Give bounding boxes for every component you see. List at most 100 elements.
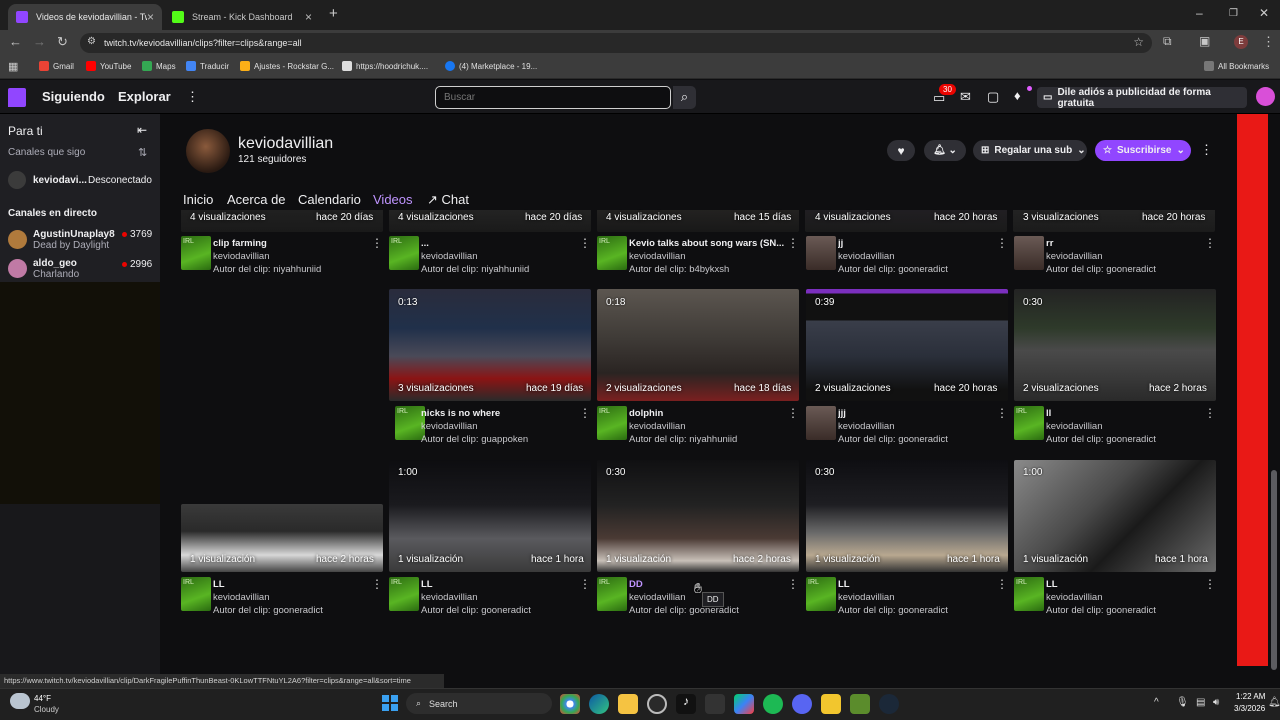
steam-icon[interactable] [879,694,899,714]
category-boxart[interactable]: IRL [389,577,419,611]
tab-schedule[interactable]: Calendario [298,192,361,207]
clip-menu-icon[interactable]: ⋮ [787,577,799,591]
tray-chevron-icon[interactable]: ^ [1154,697,1159,708]
chrome-taskbar-icon[interactable] [560,694,580,714]
reload-icon[interactable]: ↻ [57,34,68,50]
clip-channel[interactable]: keviodavillian [838,421,895,432]
close-tab-icon[interactable]: × [305,10,312,24]
clip-menu-icon[interactable]: ⋮ [579,406,591,420]
sort-icon[interactable]: ⇅ [138,146,147,159]
bookmark-traducir[interactable]: Traducir [186,61,229,71]
clip-title[interactable]: LL [213,579,371,590]
epic-games-icon[interactable] [705,694,725,714]
close-tab-icon[interactable]: × [147,10,154,24]
collapse-sidebar-icon[interactable]: ⇤ [137,123,147,137]
clip-channel[interactable]: keviodavillian [838,251,895,262]
category-boxart[interactable]: IRL [181,236,211,270]
category-boxart[interactable]: IRL [1014,577,1044,611]
nav-browse[interactable]: Explorar [118,89,171,104]
bookmark-maps[interactable]: Maps [142,61,176,71]
tab-search-icon[interactable]: ▣ [1199,34,1210,48]
clip-title[interactable]: nicks is no where [421,408,579,419]
edge-taskbar-icon[interactable] [589,694,609,714]
apps-grid-icon[interactable]: ▦ [8,60,18,73]
clip-menu-icon[interactable]: ⋮ [371,236,383,250]
profile-avatar[interactable]: E [1234,35,1248,49]
bookmark-marketplace[interactable]: (4) Marketplace - 19... [445,61,537,71]
browser-tab-twitch[interactable]: Videos de keviodavillian - Twitch × [8,4,162,30]
avatar[interactable] [8,230,27,249]
whispers-icon[interactable]: ▢ [987,89,999,105]
clip-channel[interactable]: keviodavillian [1046,421,1103,432]
clip-channel[interactable]: keviodavillian [629,251,686,262]
clip-card[interactable]: IRL LL keviodavillian Autor del clip: go… [806,577,1008,617]
bookmark-gmail[interactable]: Gmail [39,61,74,71]
clip-title[interactable]: jjj [838,408,996,419]
play-store-icon[interactable] [734,694,754,714]
clip-channel[interactable]: keviodavillian [421,251,478,262]
clip-menu-icon[interactable]: ⋮ [1204,406,1216,420]
clip-card[interactable]: jj keviodavillian Autor del clip: gooner… [806,236,1008,276]
file-explorer-icon[interactable] [618,694,638,714]
category-boxart[interactable] [1014,236,1044,270]
taskbar-search[interactable]: ⌕ Search [406,693,552,714]
close-window-icon[interactable]: ✕ [1259,6,1269,20]
bookmark-youtube[interactable]: YouTube [86,61,131,71]
clock-time[interactable]: 1:22 AM [1236,692,1265,701]
live-channel-name[interactable]: AgustinUnaplay8 [33,229,115,240]
category-boxart[interactable]: IRL [597,406,627,440]
category-boxart[interactable]: IRL [181,577,211,611]
discord-icon[interactable] [792,694,812,714]
clip-title[interactable]: LL [838,579,996,590]
clip-menu-icon[interactable]: ⋮ [996,577,1008,591]
subscribe-button[interactable]: ☆ Suscribirse ⌄ [1095,140,1191,161]
followed-channel-name[interactable]: keviodavi... [33,175,87,186]
extensions-icon[interactable]: ⧉ [1163,34,1172,49]
clip-card[interactable]: IRL LL keviodavillian Autor del clip: go… [181,577,383,617]
avatar[interactable] [8,171,26,189]
clip-channel[interactable]: keviodavillian [421,592,478,603]
category-boxart[interactable]: IRL [597,577,627,611]
channel-avatar[interactable] [186,129,230,173]
clip-menu-icon[interactable]: ⋮ [1204,577,1216,591]
site-info-icon[interactable]: ⚙ [87,36,96,47]
live-channel-name[interactable]: aldo_geo [33,258,77,269]
tab-home[interactable]: Inicio [183,192,213,207]
notifications-button[interactable]: 🔔︎ ⌄ [924,140,966,161]
clip-channel[interactable]: keviodavillian [629,592,686,603]
clip-channel[interactable]: keviodavillian [1046,251,1103,262]
mail-icon[interactable]: ✉ [960,89,971,105]
clip-channel[interactable]: keviodavillian [838,592,895,603]
clip-title[interactable]: ... [421,238,579,249]
clip-card[interactable]: jjj keviodavillian Autor del clip: goone… [806,406,1008,446]
tab-about[interactable]: Acerca de [227,192,286,207]
clip-channel[interactable]: keviodavillian [213,251,270,262]
clip-menu-icon[interactable]: ⋮ [371,577,383,591]
windows-start-icon[interactable] [382,695,398,711]
forward-icon[interactable]: → [33,34,46,49]
category-boxart[interactable]: IRL [1014,406,1044,440]
back-icon[interactable]: ← [9,34,22,49]
tab-videos[interactable]: Videos [373,192,413,207]
tiktok-taskbar-icon[interactable]: ♪ [676,694,696,714]
follow-heart-button[interactable]: ♥ [887,140,915,161]
crown-icon[interactable]: ♦ [1014,88,1021,103]
clip-menu-icon[interactable]: ⋮ [1204,236,1216,250]
clip-title[interactable]: LL [1046,579,1204,590]
clip-card[interactable]: rr keviodavillian Autor del clip: gooner… [1014,236,1216,276]
search-button[interactable]: ⌕ [673,86,696,109]
weather-cloud-icon[interactable] [10,693,30,709]
clip-card[interactable]: IRL ll keviodavillian Autor del clip: go… [1014,406,1216,446]
more-menu-icon[interactable]: ⋮ [186,89,199,105]
clip-title[interactable]: LL [421,579,579,590]
clip-title[interactable]: clip farming [213,238,371,249]
app-cube-icon[interactable] [821,694,841,714]
tab-chat[interactable]: ↗ Chat [427,192,469,208]
clip-menu-icon[interactable]: ⋮ [996,406,1008,420]
clip-card[interactable]: IRL clip farming keviodavillian Autor de… [181,236,383,276]
network-icon[interactable]: ▤ [1196,697,1205,708]
clip-menu-icon[interactable]: ⋮ [996,236,1008,250]
notifications-bell-icon[interactable]: 🔔︎ [1268,697,1280,708]
category-boxart[interactable] [806,236,836,270]
bookmark-hoodrich[interactable]: https://hoodrichuk.... [342,61,428,71]
